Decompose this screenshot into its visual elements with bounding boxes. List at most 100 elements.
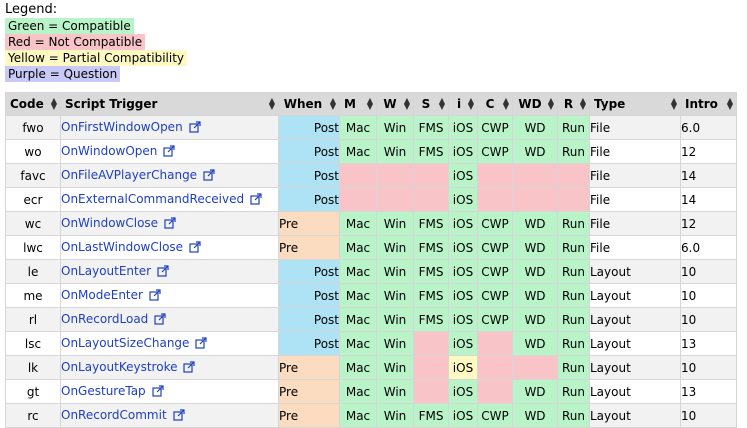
compat-cell-r: Run xyxy=(557,283,590,308)
external-link-icon[interactable] xyxy=(183,360,196,376)
column-header-label: W xyxy=(383,97,397,111)
compat-cell-s: FMS xyxy=(413,115,449,140)
trigger-link[interactable]: OnLayoutKeystroke xyxy=(62,360,178,374)
code-cell: favc xyxy=(5,163,61,188)
column-header-m[interactable]: M ▲ ▼ xyxy=(339,92,377,116)
type-cell: File xyxy=(589,163,681,188)
when-cell: Pre xyxy=(278,403,340,428)
trigger-link[interactable]: OnLayoutEnter xyxy=(62,264,152,278)
column-header-label: i xyxy=(456,97,462,111)
column-header-when[interactable]: When ▲ ▼ xyxy=(278,92,340,116)
intro-cell: 14 xyxy=(680,163,737,188)
trigger-cell: OnFirstWindowOpen xyxy=(60,115,279,140)
type-cell: Layout xyxy=(589,307,681,332)
code-cell: lk xyxy=(5,355,61,380)
compat-cell-c: CWP xyxy=(477,403,513,428)
compat-cell-c xyxy=(477,187,513,212)
compat-cell-c: CWP xyxy=(477,307,513,332)
intro-cell: 14 xyxy=(680,187,737,212)
trigger-link[interactable]: OnFileAVPlayerChange xyxy=(62,168,198,182)
column-header-wd[interactable]: WD ▲ ▼ xyxy=(512,92,558,116)
trigger-link[interactable]: OnRecordCommit xyxy=(62,408,167,422)
legend-item: Purple = Question xyxy=(5,66,187,82)
trigger-link[interactable]: OnWindowClose xyxy=(62,216,159,230)
column-header-type[interactable]: Type ▲ ▼ xyxy=(589,92,681,116)
external-link-icon[interactable] xyxy=(152,384,164,400)
trigger-link[interactable]: OnLastWindowClose xyxy=(62,240,184,254)
compat-cell-wd: WD xyxy=(512,235,558,260)
code-cell: le xyxy=(5,259,61,284)
column-header-trigger[interactable]: Script Trigger ▲ ▼ xyxy=(60,92,279,116)
column-header-s[interactable]: S ▲ ▼ xyxy=(413,92,449,116)
external-link-icon[interactable] xyxy=(149,288,161,304)
column-header-w[interactable]: W ▲ ▼ xyxy=(376,92,414,116)
trigger-link[interactable]: OnLayoutSizeChange xyxy=(62,336,190,350)
legend-item: Green = Compatible xyxy=(5,18,187,34)
legend-item: Red = Not Compatible xyxy=(5,34,187,50)
sort-icon: ▲ ▼ xyxy=(50,96,57,111)
sort-icon: ▲ ▼ xyxy=(438,96,445,111)
compat-cell-w: Win xyxy=(376,211,414,236)
compat-cell-r: Run xyxy=(557,355,590,380)
when-cell: Post xyxy=(278,163,340,188)
trigger-cell: OnRecordCommit xyxy=(60,403,279,428)
compat-cell-m: Mac xyxy=(339,235,377,260)
external-link-icon[interactable] xyxy=(195,336,208,352)
external-link-icon[interactable] xyxy=(163,144,176,160)
column-header-label: When xyxy=(283,97,323,111)
trigger-cell: OnFileAVPlayerChange xyxy=(60,163,279,188)
trigger-link[interactable]: OnModeEnter xyxy=(62,288,143,302)
compat-cell-m: Mac xyxy=(339,355,377,380)
compat-cell-w: Win xyxy=(376,235,414,260)
compat-cell-i: iOS xyxy=(448,307,478,332)
compat-cell-m: Mac xyxy=(339,379,377,404)
compat-cell-i: iOS xyxy=(448,403,478,428)
code-cell: ecr xyxy=(5,187,61,212)
sort-icon: ▲ ▼ xyxy=(547,96,554,111)
trigger-link[interactable]: OnRecordLoad xyxy=(62,312,149,326)
compat-cell-m: Mac xyxy=(339,283,377,308)
trigger-cell: OnLastWindowClose xyxy=(60,235,279,260)
legend-item-label: Red = Not Compatible xyxy=(5,34,146,50)
table-row: rc OnRecordCommit Pre Mac Win FMS iOS CWP WD Run L… xyxy=(5,403,737,428)
trigger-link[interactable]: OnGestureTap xyxy=(62,384,146,398)
external-link-icon[interactable] xyxy=(157,264,169,280)
external-link-icon[interactable] xyxy=(173,408,185,424)
column-header-i[interactable]: i ▲ ▼ xyxy=(448,92,478,116)
column-header-c[interactable]: C ▲ ▼ xyxy=(477,92,513,116)
external-link-icon[interactable] xyxy=(203,168,215,184)
compat-cell-c xyxy=(477,379,513,404)
when-cell: Post xyxy=(278,283,340,308)
compat-cell-w xyxy=(376,187,414,212)
intro-cell: 13 xyxy=(680,379,737,404)
external-link-icon[interactable] xyxy=(250,192,262,208)
column-header-label: C xyxy=(485,97,495,111)
table-row: rl OnRecordLoad Post Mac Win FMS iOS CWP WD Run La… xyxy=(5,307,737,332)
external-link-icon[interactable] xyxy=(189,120,201,136)
compat-cell-r: Run xyxy=(557,139,590,164)
sort-icon: ▲ ▼ xyxy=(268,96,275,111)
compat-cell-c: CWP xyxy=(477,115,513,140)
column-header-intro[interactable]: Intro ▲ ▼ xyxy=(680,92,737,116)
compat-cell-w: Win xyxy=(376,115,414,140)
intro-cell: 10 xyxy=(680,355,737,380)
intro-cell: 13 xyxy=(680,331,737,356)
compat-cell-s: FMS xyxy=(413,211,449,236)
trigger-link[interactable]: OnFirstWindowOpen xyxy=(62,120,183,134)
trigger-link[interactable]: OnWindowOpen xyxy=(62,144,158,158)
trigger-cell: OnModeEnter xyxy=(60,283,279,308)
table-row: le OnLayoutEnter Post Mac Win FMS iOS CWP WD Run L… xyxy=(5,259,737,284)
trigger-cell: OnExternalCommandReceived xyxy=(60,187,279,212)
column-header-label: Script Trigger xyxy=(65,97,158,111)
compat-cell-w: Win xyxy=(376,283,414,308)
trigger-cell: OnGestureTap xyxy=(60,379,279,404)
compat-cell-w: Win xyxy=(376,331,414,356)
trigger-link[interactable]: OnExternalCommandReceived xyxy=(62,192,245,206)
compat-cell-w: Win xyxy=(376,403,414,428)
column-header-r[interactable]: R ▲ ▼ xyxy=(557,92,590,116)
external-link-icon[interactable] xyxy=(164,216,176,232)
type-cell: File xyxy=(589,235,681,260)
external-link-icon[interactable] xyxy=(189,240,201,256)
column-header-code[interactable]: Code ▲ ▼ xyxy=(5,92,61,116)
external-link-icon[interactable] xyxy=(154,312,166,328)
